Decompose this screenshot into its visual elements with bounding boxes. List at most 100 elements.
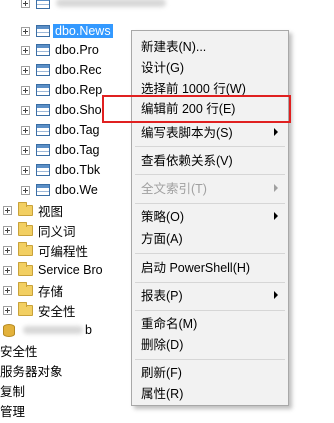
menu-item-rename[interactable]: 重命名(M) [132, 312, 288, 333]
expand-icon[interactable] [21, 185, 30, 195]
folder-node-views[interactable]: 视图 [3, 200, 63, 220]
folder-node-synonyms[interactable]: 同义词 [3, 220, 76, 240]
database-label-suffix[interactable]: b [85, 323, 92, 337]
table-icon [36, 184, 50, 196]
menu-item-new-table[interactable]: 新建表(N)... [132, 35, 288, 56]
table-icon [36, 0, 50, 9]
folder-node-programmability[interactable]: 可编程性 [3, 240, 88, 260]
expand-icon[interactable] [21, 0, 30, 8]
expand-icon[interactable] [21, 165, 30, 175]
table-label[interactable]: dbo.Rec [55, 63, 102, 77]
expand-icon[interactable] [3, 305, 12, 315]
menu-item-facets[interactable]: 方面(A) [132, 227, 288, 248]
table-node[interactable]: dbo.Tag [21, 120, 99, 140]
table-node[interactable]: dbo.Tag [21, 140, 99, 160]
expand-icon[interactable] [21, 26, 30, 36]
menu-item-label: 策略(O) [141, 210, 185, 224]
menu-item-design[interactable]: 设计(G) [132, 56, 288, 77]
folder-icon [18, 281, 33, 296]
expand-icon[interactable] [3, 205, 12, 215]
folder-label[interactable]: 存储 [38, 281, 63, 300]
root-node-security[interactable]: 安全性 [0, 340, 38, 360]
menu-separator [135, 359, 285, 360]
table-icon [36, 124, 50, 136]
expand-icon[interactable] [3, 265, 12, 275]
table-icon [36, 64, 50, 76]
menu-item-start-powershell[interactable]: 启动 PowerShell(H) [132, 256, 288, 277]
menu-item-policies[interactable]: 策略(O) [132, 205, 288, 226]
menu-item-script-table-as[interactable]: 编写表脚本为(S) [132, 121, 288, 142]
context-menu: 新建表(N)... 设计(G) 选择前 1000 行(W) 编辑前 200 行(… [131, 30, 289, 406]
folder-label[interactable]: Service Bro [38, 263, 103, 277]
submenu-arrow-icon [274, 212, 278, 220]
menu-item-reports[interactable]: 报表(P) [132, 284, 288, 305]
root-node-management[interactable]: 管理 [0, 400, 25, 420]
expand-icon[interactable] [21, 145, 30, 155]
submenu-arrow-icon [274, 128, 278, 136]
table-node[interactable]: dbo.Tbk [21, 160, 100, 180]
menu-item-properties[interactable]: 属性(R) [132, 382, 288, 403]
root-label[interactable]: 管理 [0, 401, 25, 420]
root-label[interactable]: 安全性 [0, 341, 38, 360]
menu-separator [135, 174, 285, 175]
menu-item-view-dependencies[interactable]: 查看依赖关系(V) [132, 149, 288, 170]
folder-icon [18, 221, 33, 236]
table-node[interactable]: dbo.Rep [21, 80, 102, 100]
table-label[interactable]: dbo.Tbk [55, 163, 100, 177]
expand-icon[interactable] [21, 65, 30, 75]
root-label[interactable]: 复制 [0, 381, 25, 400]
table-label[interactable]: dbo.Pro [55, 43, 99, 57]
expand-icon[interactable] [3, 225, 12, 235]
folder-label[interactable]: 同义词 [38, 221, 76, 240]
table-node[interactable]: dbo.News [21, 21, 113, 41]
redacted-label [23, 326, 83, 334]
expand-icon[interactable] [3, 245, 12, 255]
table-icon [36, 104, 50, 116]
table-icon [36, 44, 50, 56]
submenu-arrow-icon [274, 184, 278, 192]
table-label[interactable]: dbo.Sho [55, 103, 102, 117]
folder-icon [18, 261, 33, 276]
table-label[interactable]: dbo.Tag [55, 123, 99, 137]
database-node[interactable]: b [3, 320, 92, 340]
table-label-selected[interactable]: dbo.News [53, 24, 113, 38]
highlight-annotation-box [102, 95, 291, 123]
table-node[interactable]: dbo.We [21, 180, 98, 200]
folder-node-security[interactable]: 安全性 [3, 300, 76, 320]
table-label[interactable]: dbo.Tag [55, 143, 99, 157]
root-node-server-objects[interactable]: 服务器对象 [0, 360, 63, 380]
table-icon [36, 84, 50, 96]
root-node-replication[interactable]: 复制 [0, 380, 25, 400]
table-icon [36, 144, 50, 156]
root-label[interactable]: 服务器对象 [0, 361, 63, 380]
table-label[interactable]: dbo.We [55, 183, 98, 197]
folder-node-storage[interactable]: 存储 [3, 280, 63, 300]
folder-node-service-broker[interactable]: Service Bro [3, 260, 103, 280]
table-node[interactable]: dbo.Rec [21, 60, 102, 80]
redacted-label [56, 0, 166, 7]
expand-icon[interactable] [21, 85, 30, 95]
folder-label[interactable]: 安全性 [38, 301, 76, 320]
expand-icon[interactable] [21, 45, 30, 55]
table-node[interactable]: dbo.Sho [21, 100, 102, 120]
menu-item-refresh[interactable]: 刷新(F) [132, 361, 288, 382]
expand-icon[interactable] [3, 285, 12, 295]
menu-separator [135, 310, 285, 311]
table-node-partial[interactable] [21, 0, 166, 13]
folder-icon [18, 241, 33, 256]
menu-item-label: 全文索引(T) [141, 182, 207, 196]
expand-icon[interactable] [21, 125, 30, 135]
menu-item-delete[interactable]: 删除(D) [132, 333, 288, 354]
expand-icon[interactable] [21, 105, 30, 115]
menu-separator [135, 282, 285, 283]
menu-separator [135, 203, 285, 204]
table-icon [36, 164, 50, 176]
folder-label[interactable]: 可编程性 [38, 241, 88, 260]
folder-label[interactable]: 视图 [38, 201, 63, 220]
database-icon [3, 323, 15, 337]
table-node[interactable]: dbo.Pro [21, 40, 99, 60]
menu-item-label: 编写表脚本为(S) [141, 126, 233, 140]
table-label[interactable]: dbo.Rep [55, 83, 102, 97]
folder-icon [18, 201, 33, 216]
menu-separator [135, 253, 285, 254]
